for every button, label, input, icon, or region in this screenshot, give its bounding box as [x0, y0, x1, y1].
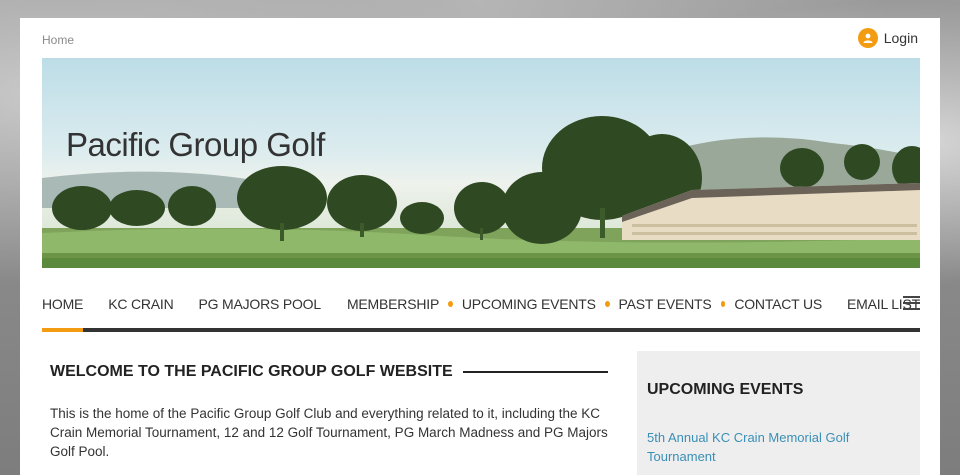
- nav-upcoming-events[interactable]: UPCOMING EVENTS: [462, 280, 596, 328]
- upcoming-events-panel: UPCOMING EVENTS 5th Annual KC Crain Memo…: [637, 351, 920, 475]
- nav-contact-us[interactable]: CONTACT US: [734, 280, 822, 328]
- login-label: Login: [883, 30, 918, 46]
- nav-dot: [604, 301, 610, 307]
- nav-contact-us-label: CONTACT US: [734, 296, 823, 312]
- heading-rule: [462, 371, 608, 373]
- nav-pg-majors-pool[interactable]: PG MAJORS POOL: [198, 280, 322, 328]
- welcome-heading: WELCOME TO THE PACIFIC GROUP GOLF WEBSIT…: [50, 363, 608, 381]
- user-icon: [857, 28, 878, 48]
- nav-home[interactable]: HOME: [42, 280, 84, 332]
- nav-membership[interactable]: MEMBERSHIP: [347, 280, 439, 328]
- welcome-text: This is the home of the Pacific Group Go…: [50, 406, 608, 459]
- page-container: Home Login Pacific Group Golf HOME KC CR…: [20, 18, 940, 475]
- nav-dot: [720, 301, 726, 307]
- nav-kc-crain-label: KC CRAIN: [108, 296, 174, 312]
- nav-kc-crain[interactable]: KC CRAIN: [108, 280, 173, 328]
- nav-membership-label: MEMBERSHIP: [346, 296, 440, 312]
- hamburger-icon[interactable]: [903, 296, 920, 314]
- header-banner: Pacific Group Golf: [42, 58, 920, 268]
- nav-home-label: HOME: [42, 296, 84, 312]
- event-link[interactable]: 5th Annual KC Crain Memorial Golf Tourna…: [647, 428, 897, 466]
- main-nav: HOME KC CRAIN PG MAJORS POOL MEMBERSHIP …: [42, 280, 920, 332]
- breadcrumb[interactable]: Home: [42, 33, 74, 47]
- sidebar-title: UPCOMING EVENTS: [647, 381, 804, 398]
- site-title: Pacific Group Golf: [66, 126, 325, 163]
- welcome-heading-text: WELCOME TO THE PACIFIC GROUP GOLF WEBSIT…: [50, 363, 453, 380]
- nav-upcoming-events-label: UPCOMING EVENTS: [461, 296, 596, 312]
- login-button[interactable]: Login: [857, 27, 918, 49]
- nav-dot: [448, 301, 453, 307]
- nav-past-events-label: PAST EVENTS: [618, 296, 712, 312]
- nav-past-events[interactable]: PAST EVENTS: [619, 280, 712, 328]
- nav-pg-majors-pool-label: PG MAJORS POOL: [198, 296, 322, 312]
